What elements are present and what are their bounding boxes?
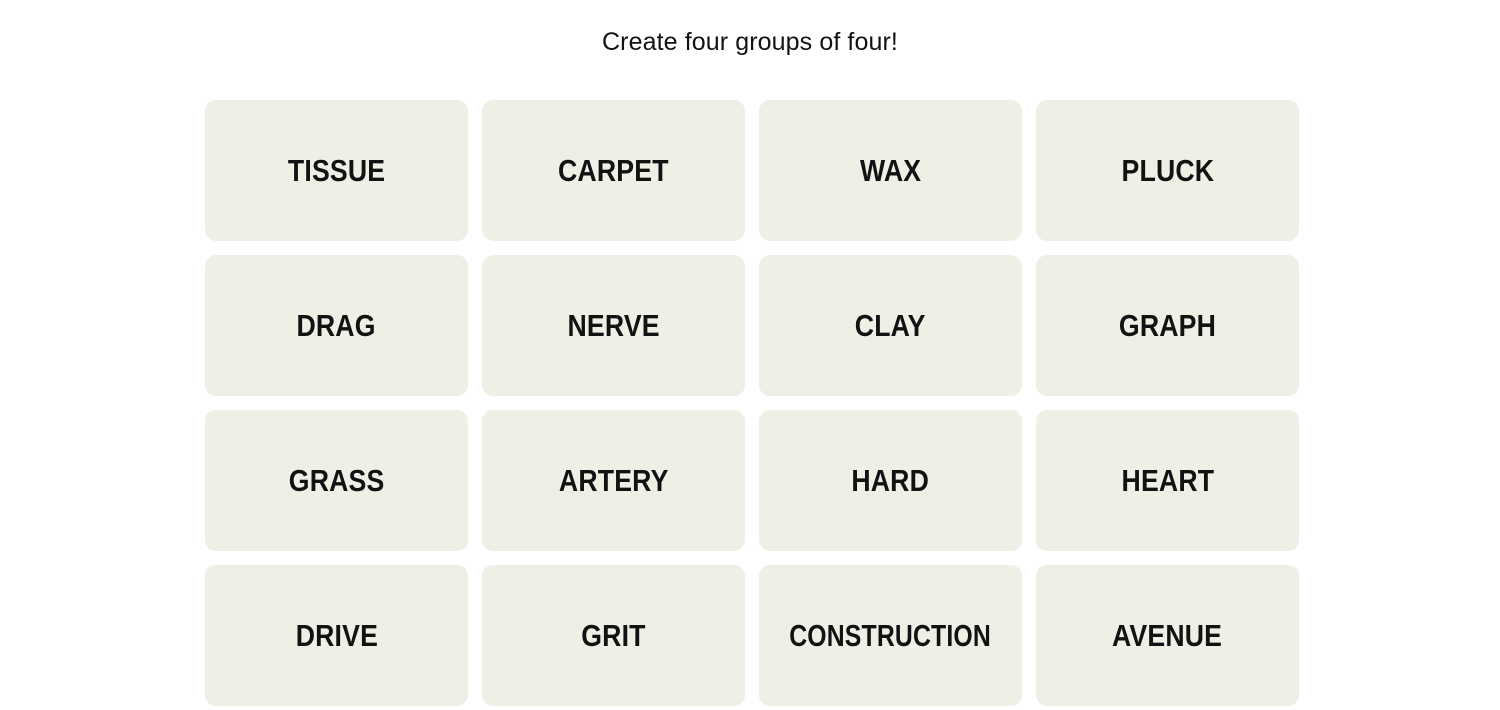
word-tile[interactable]: PLUCK [1036, 100, 1299, 241]
word-tile[interactable]: TISSUE [205, 100, 468, 241]
word-tile[interactable]: GRASS [205, 410, 468, 551]
word-tile-label: CARPET [558, 153, 669, 188]
instruction-text: Create four groups of four! [602, 27, 898, 56]
word-tile-label: NERVE [567, 308, 660, 343]
word-tile[interactable]: DRIVE [205, 565, 468, 706]
word-tile[interactable]: GRIT [482, 565, 745, 706]
word-tile-label: DRAG [296, 308, 377, 343]
word-tile-label: TISSUE [287, 153, 386, 188]
word-tile[interactable]: HARD [759, 410, 1022, 551]
word-tile[interactable]: WAX [759, 100, 1022, 241]
word-tile-label: WAX [859, 153, 922, 188]
word-tile[interactable]: DRAG [205, 255, 468, 396]
word-tile[interactable]: CARPET [482, 100, 745, 241]
connections-game: Create four groups of four! TISSUE CARPET… [0, 0, 1500, 710]
word-tile-label: CLAY [855, 308, 926, 343]
word-tile-label: PLUCK [1121, 153, 1214, 188]
word-tile[interactable]: AVENUE [1036, 565, 1299, 706]
word-tile-label: ARTERY [558, 463, 669, 498]
word-tile[interactable]: CONSTRUCTION [759, 565, 1022, 706]
word-tile-label: GRASS [288, 463, 385, 498]
word-tile-label: CONSTRUCTION [789, 618, 992, 653]
word-tile-label: AVENUE [1112, 618, 1223, 653]
word-tile-label: HEART [1121, 463, 1214, 498]
word-tile-label: HARD [851, 463, 930, 498]
word-tile[interactable]: CLAY [759, 255, 1022, 396]
word-tile-label: DRIVE [295, 618, 378, 653]
word-tile-label: GRAPH [1118, 308, 1217, 343]
instruction-bar: Create four groups of four! [0, 0, 1500, 84]
word-tile-label: GRIT [581, 618, 646, 653]
word-tile[interactable]: HEART [1036, 410, 1299, 551]
word-tile[interactable]: GRAPH [1036, 255, 1299, 396]
word-tile[interactable]: ARTERY [482, 410, 745, 551]
puzzle-board: TISSUE CARPET WAX PLUCK DRAG NERVE CLAY GRAPH GR… [205, 100, 1299, 706]
word-tile[interactable]: NERVE [482, 255, 745, 396]
